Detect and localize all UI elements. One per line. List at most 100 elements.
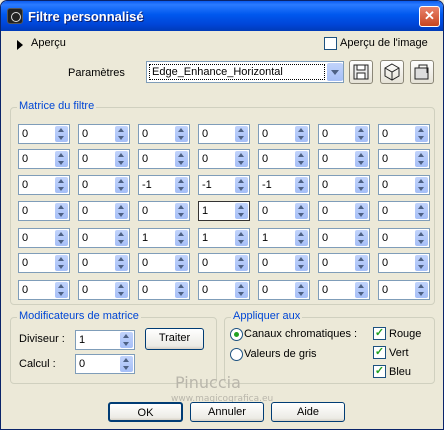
image-preview-checkbox[interactable]	[324, 37, 337, 50]
matrix-cell-r2-c1[interactable]: 0	[18, 149, 70, 169]
spinner-arrows-icon[interactable]	[415, 203, 428, 219]
matrix-cell-r6-c4[interactable]: 0	[198, 253, 250, 273]
matrix-cell-r7-c4[interactable]: 0	[198, 280, 250, 300]
spinner-arrows-icon[interactable]	[415, 282, 428, 298]
spinner-arrows-icon[interactable]	[115, 126, 128, 142]
chevron-down-icon[interactable]	[327, 63, 343, 81]
matrix-cell-r5-c3[interactable]: 1	[138, 228, 190, 248]
matrix-cell-r5-c1[interactable]: 0	[18, 228, 70, 248]
spinner-arrows-icon[interactable]	[55, 203, 68, 219]
reset-preset-button[interactable]	[410, 60, 434, 84]
spinner-arrows-icon[interactable]	[55, 255, 68, 271]
matrix-cell-r7-c3[interactable]: 0	[138, 280, 190, 300]
matrix-cell-r6-c2[interactable]: 0	[78, 253, 130, 273]
matrix-cell-r4-c1[interactable]: 0	[18, 201, 70, 221]
spinner-arrows-icon[interactable]	[295, 203, 308, 219]
matrix-cell-r1-c6[interactable]: 0	[318, 124, 370, 144]
manage-presets-button[interactable]	[380, 60, 404, 84]
spinner-arrows-icon[interactable]	[175, 203, 188, 219]
matrix-cell-r4-c4[interactable]: 1	[198, 201, 250, 221]
spinner-arrows-icon[interactable]	[235, 255, 248, 271]
matrix-cell-r1-c2[interactable]: 0	[78, 124, 130, 144]
matrix-cell-r1-c4[interactable]: 0	[198, 124, 250, 144]
green-channel-checkbox[interactable]: ✓	[373, 346, 386, 359]
matrix-cell-r7-c5[interactable]: 0	[258, 280, 310, 300]
matrix-cell-r1-c7[interactable]: 0	[378, 124, 430, 144]
spinner-arrows-icon[interactable]	[175, 151, 188, 167]
preview-toggle-label[interactable]: Aperçu	[31, 37, 66, 49]
matrix-cell-r4-c7[interactable]: 0	[378, 201, 430, 221]
spinner-arrows-icon[interactable]	[355, 203, 368, 219]
matrix-cell-r2-c2[interactable]: 0	[78, 149, 130, 169]
matrix-cell-r5-c5[interactable]: 1	[258, 228, 310, 248]
spinner-arrows-icon[interactable]	[235, 203, 248, 219]
spinner-arrows-icon[interactable]	[415, 255, 428, 271]
spinner-arrows-icon[interactable]	[355, 177, 368, 193]
matrix-cell-r7-c6[interactable]: 0	[318, 280, 370, 300]
grayscale-radio[interactable]	[230, 348, 243, 361]
matrix-cell-r1-c3[interactable]: 0	[138, 124, 190, 144]
save-preset-button[interactable]	[349, 60, 373, 84]
matrix-cell-r6-c3[interactable]: 0	[138, 253, 190, 273]
matrix-cell-r3-c3[interactable]: -1	[138, 175, 190, 195]
spinner-arrows-icon[interactable]	[115, 255, 128, 271]
bias-spinner[interactable]: 0	[75, 354, 135, 374]
spinner-arrows-icon[interactable]	[415, 151, 428, 167]
spinner-arrows-icon[interactable]	[235, 230, 248, 246]
matrix-cell-r2-c4[interactable]: 0	[198, 149, 250, 169]
matrix-cell-r5-c7[interactable]: 0	[378, 228, 430, 248]
blue-channel-checkbox[interactable]: ✓	[373, 365, 386, 378]
matrix-cell-r3-c2[interactable]: 0	[78, 175, 130, 195]
expand-arrow-icon[interactable]	[17, 40, 23, 50]
preset-select[interactable]: Edge_Enhance_Horizontal	[146, 61, 344, 83]
spinner-arrows-icon[interactable]	[115, 151, 128, 167]
matrix-cell-r3-c6[interactable]: 0	[318, 175, 370, 195]
spinner-arrows-icon[interactable]	[235, 282, 248, 298]
matrix-cell-r2-c6[interactable]: 0	[318, 149, 370, 169]
spinner-arrows-icon[interactable]	[415, 126, 428, 142]
spinner-arrows-icon[interactable]	[355, 230, 368, 246]
spinner-arrows-icon[interactable]	[115, 177, 128, 193]
matrix-cell-r4-c5[interactable]: 0	[258, 201, 310, 221]
matrix-cell-r3-c5[interactable]: -1	[258, 175, 310, 195]
matrix-cell-r4-c3[interactable]: 0	[138, 201, 190, 221]
apply-matrix-button[interactable]: Traiter	[145, 328, 204, 350]
spinner-arrows-icon[interactable]	[295, 126, 308, 142]
spinner-arrows-icon[interactable]	[355, 126, 368, 142]
help-button[interactable]: Aide	[271, 402, 345, 422]
spinner-arrows-icon[interactable]	[115, 282, 128, 298]
matrix-cell-r6-c1[interactable]: 0	[18, 253, 70, 273]
matrix-cell-r4-c2[interactable]: 0	[78, 201, 130, 221]
spinner-arrows-icon[interactable]	[235, 151, 248, 167]
matrix-cell-r5-c4[interactable]: 1	[198, 228, 250, 248]
spinner-arrows-icon[interactable]	[235, 177, 248, 193]
matrix-cell-r2-c5[interactable]: 0	[258, 149, 310, 169]
matrix-cell-r7-c2[interactable]: 0	[78, 280, 130, 300]
spinner-arrows-icon[interactable]	[115, 203, 128, 219]
matrix-cell-r7-c7[interactable]: 0	[378, 280, 430, 300]
matrix-cell-r1-c1[interactable]: 0	[18, 124, 70, 144]
divisor-spinner[interactable]: 1	[75, 330, 135, 350]
spinner-arrows-icon[interactable]	[55, 282, 68, 298]
spinner-arrows-icon[interactable]	[295, 177, 308, 193]
spinner-arrows-icon[interactable]	[415, 177, 428, 193]
color-channels-radio[interactable]	[230, 328, 243, 341]
spinner-arrows-icon[interactable]	[55, 151, 68, 167]
matrix-cell-r5-c2[interactable]: 0	[78, 228, 130, 248]
ok-button[interactable]: OK	[108, 402, 183, 422]
matrix-cell-r5-c6[interactable]: 0	[318, 228, 370, 248]
matrix-cell-r3-c4[interactable]: -1	[198, 175, 250, 195]
close-button[interactable]: ✕	[419, 6, 440, 27]
spinner-arrows-icon[interactable]	[175, 126, 188, 142]
matrix-cell-r6-c7[interactable]: 0	[378, 253, 430, 273]
spinner-arrows-icon[interactable]	[295, 151, 308, 167]
matrix-cell-r6-c5[interactable]: 0	[258, 253, 310, 273]
spinner-arrows-icon[interactable]	[295, 282, 308, 298]
spinner-arrows-icon[interactable]	[295, 230, 308, 246]
cancel-button[interactable]: Annuler	[190, 402, 264, 422]
spinner-arrows-icon[interactable]	[55, 230, 68, 246]
matrix-cell-r3-c7[interactable]: 0	[378, 175, 430, 195]
spinner-arrows-icon[interactable]	[175, 177, 188, 193]
spinner-arrows-icon[interactable]	[175, 255, 188, 271]
matrix-cell-r3-c1[interactable]: 0	[18, 175, 70, 195]
